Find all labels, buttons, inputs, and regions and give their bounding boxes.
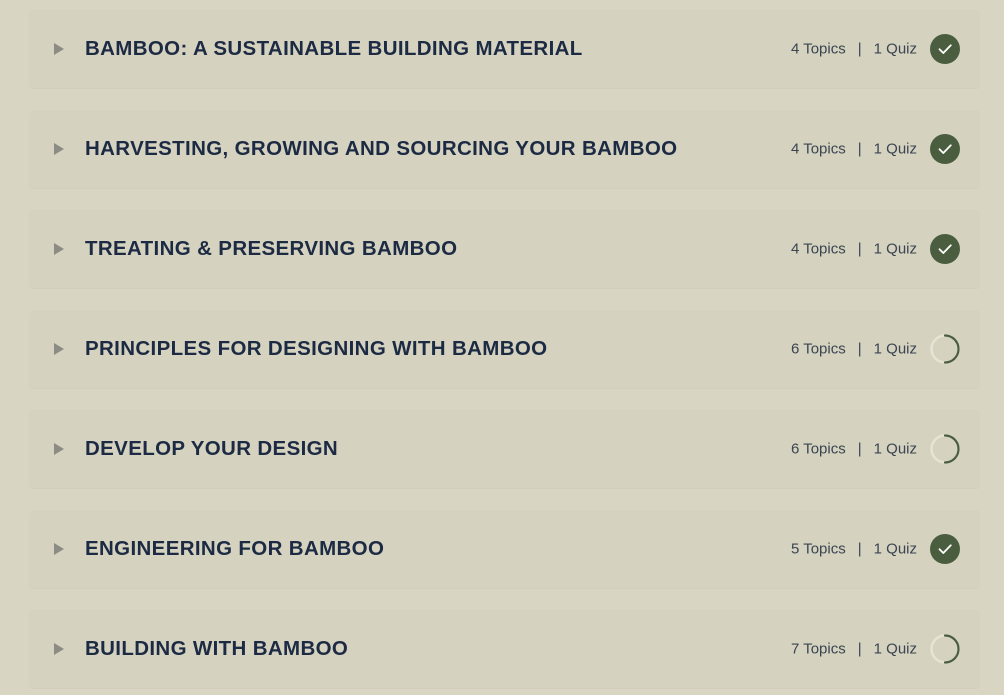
module-meta: 5 Topics | 1 Quiz: [791, 541, 917, 558]
topics-count: 4 Topics: [790, 240, 846, 258]
quiz-count: 1 Quiz: [873, 240, 917, 258]
meta-separator: |: [857, 340, 862, 358]
module-row[interactable]: PRINCIPLES FOR DESIGNING WITH BAMBOO 6 T…: [29, 310, 980, 388]
module-title: DEVELOP YOUR DESIGN: [85, 437, 339, 460]
module-meta: 4 Topics | 1 Quiz: [791, 241, 917, 258]
expand-caret-icon[interactable]: [54, 143, 64, 155]
expand-caret-icon[interactable]: [54, 43, 64, 55]
module-title: HARVESTING, GROWING AND SOURCING YOUR BA…: [85, 137, 678, 160]
meta-separator: |: [857, 240, 862, 258]
quiz-count: 1 Quiz: [873, 140, 917, 158]
module-title: BAMBOO: A SUSTAINABLE BUILDING MATERIAL: [85, 37, 583, 60]
meta-separator: |: [857, 640, 862, 658]
topics-count: 7 Topics: [790, 640, 846, 658]
module-title: ENGINEERING FOR BAMBOO: [85, 537, 385, 560]
expand-caret-icon[interactable]: [54, 343, 64, 355]
quiz-count: 1 Quiz: [873, 540, 917, 558]
meta-separator: |: [857, 540, 862, 558]
status-complete-icon: [930, 134, 960, 164]
module-title: PRINCIPLES FOR DESIGNING WITH BAMBOO: [85, 337, 548, 360]
topics-count: 6 Topics: [790, 340, 846, 358]
status-progress-icon: [930, 434, 960, 464]
topics-count: 4 Topics: [790, 140, 846, 158]
expand-caret-icon[interactable]: [54, 243, 64, 255]
module-row[interactable]: TREATING & PRESERVING BAMBOO 4 Topics | 1 …: [29, 210, 980, 288]
status-complete-icon: [930, 34, 960, 64]
module-meta: 4 Topics | 1 Quiz: [791, 41, 917, 58]
topics-count: 6 Topics: [790, 440, 846, 458]
module-meta: 6 Topics | 1 Quiz: [791, 441, 917, 458]
meta-separator: |: [857, 140, 862, 158]
module-meta: 7 Topics | 1 Quiz: [791, 641, 917, 658]
status-progress-icon: [930, 634, 960, 664]
quiz-count: 1 Quiz: [873, 640, 917, 658]
expand-caret-icon[interactable]: [54, 443, 64, 455]
module-row[interactable]: BAMBOO: A SUSTAINABLE BUILDING MATERIAL …: [29, 10, 980, 88]
module-row[interactable]: DEVELOP YOUR DESIGN 6 Topics | 1 Quiz: [29, 410, 980, 488]
topics-count: 4 Topics: [790, 40, 846, 58]
module-meta: 4 Topics | 1 Quiz: [791, 141, 917, 158]
module-meta: 6 Topics | 1 Quiz: [791, 341, 917, 358]
module-title: TREATING & PRESERVING BAMBOO: [85, 237, 458, 260]
expand-caret-icon[interactable]: [54, 643, 64, 655]
status-complete-icon: [930, 234, 960, 264]
quiz-count: 1 Quiz: [873, 340, 917, 358]
meta-separator: |: [857, 440, 862, 458]
topics-count: 5 Topics: [790, 540, 846, 558]
module-row[interactable]: HARVESTING, GROWING AND SOURCING YOUR BA…: [29, 110, 980, 188]
expand-caret-icon[interactable]: [54, 543, 64, 555]
module-title: BUILDING WITH BAMBOO: [85, 637, 349, 660]
meta-separator: |: [857, 40, 862, 58]
status-complete-icon: [930, 534, 960, 564]
quiz-count: 1 Quiz: [873, 40, 917, 58]
quiz-count: 1 Quiz: [873, 440, 917, 458]
status-progress-icon: [930, 334, 960, 364]
module-row[interactable]: BUILDING WITH BAMBOO 7 Topics | 1 Quiz: [29, 610, 980, 688]
course-module-list: BAMBOO: A SUSTAINABLE BUILDING MATERIAL …: [0, 0, 1004, 695]
module-row[interactable]: ENGINEERING FOR BAMBOO 5 Topics | 1 Quiz: [29, 510, 980, 588]
